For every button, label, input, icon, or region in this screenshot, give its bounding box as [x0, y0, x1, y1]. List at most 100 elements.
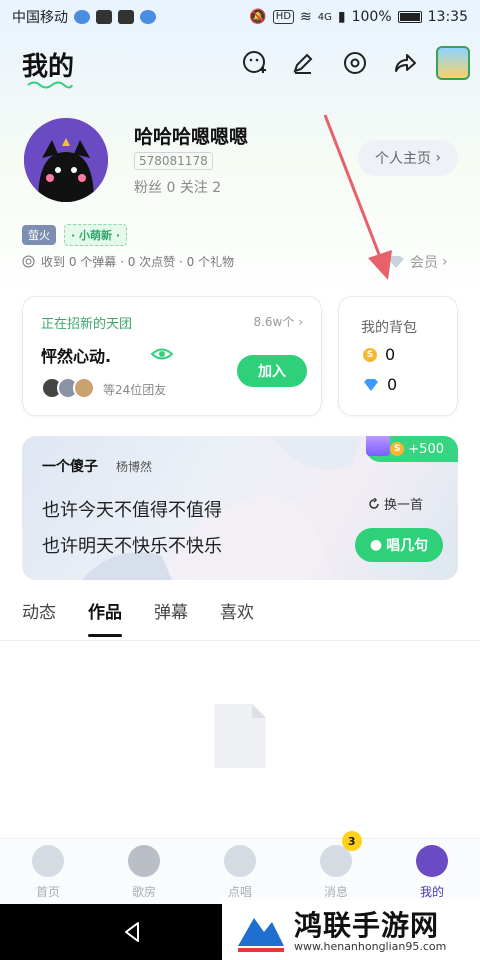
mute-icon: 🔕: [249, 9, 267, 25]
tab-dynamics[interactable]: 动态: [22, 598, 56, 623]
nav-song-room[interactable]: 歌房: [96, 839, 192, 904]
request-song-icon: [224, 845, 256, 877]
time-label: 13:35: [427, 9, 468, 25]
site-watermark: 鸿联手游网 www.henanhonglian95.com: [222, 900, 480, 960]
group-name: 怦然心动.: [41, 347, 112, 366]
battery-icon: [397, 11, 422, 23]
page-header: 我的: [0, 38, 480, 94]
change-song-button[interactable]: 换一首: [368, 494, 423, 513]
coin-icon: S: [363, 347, 377, 362]
username: 哈哈哈嗯嗯嗯: [134, 126, 249, 148]
tag-newbie[interactable]: · 小萌新 ·: [64, 224, 128, 246]
diamond-count: 0: [387, 375, 398, 394]
fans-following: 粉丝 0 关注 2: [134, 177, 221, 197]
user-tags: 萤火 · 小萌新 ·: [22, 224, 128, 246]
status-bar: 中国移动 🔕 HD ≋ 4G ▮ 100% 13:35: [0, 0, 480, 34]
tab-divider: [0, 640, 480, 641]
group-count[interactable]: 8.6w个 ›: [253, 313, 303, 330]
chat-bubble-icon: ●: [369, 537, 383, 553]
home-icon: [32, 845, 64, 877]
nav-home[interactable]: 首页: [0, 839, 96, 904]
nav-request[interactable]: 点唱: [192, 839, 288, 904]
chevron-right-icon: ›: [430, 150, 442, 166]
app-icon: [96, 10, 112, 24]
tab-likes[interactable]: 喜欢: [220, 598, 254, 623]
watermark-url: www.henanhonglian95.com: [294, 940, 447, 953]
carrier-label: 中国移动: [12, 10, 68, 26]
group-eye-icon: [151, 348, 173, 360]
settings-icon[interactable]: [340, 48, 370, 78]
nav-home-label: 首页: [35, 885, 60, 899]
song-singer: 杨博然: [116, 460, 153, 474]
messages-badge: 3: [341, 831, 362, 851]
reward-amount: +500: [408, 441, 444, 457]
received-text: 收到 0 个弹幕 · 0 次点赞 · 0 个礼物: [41, 255, 235, 269]
vip-label: 会员: [410, 255, 438, 271]
group-recruit-label: 正在招新的天团: [41, 317, 133, 332]
face-add-icon[interactable]: [240, 48, 270, 78]
lyric-line-1: 也许今天不值得不值得: [42, 500, 222, 521]
coin-count: 0: [385, 345, 396, 364]
diamond-icon: [364, 378, 378, 391]
nav-mine[interactable]: 我的: [384, 839, 480, 904]
nav-mine-label: 我的: [419, 885, 444, 899]
network-label: 4G: [317, 11, 332, 23]
treasure-icon[interactable]: [436, 46, 470, 80]
signal-icon: ▮: [337, 9, 346, 25]
song-card[interactable]: 一个傻子 杨博然 也许今天不值得不值得 也许明天不快乐不快乐 S +500 换一…: [22, 436, 458, 580]
vip-link[interactable]: 会员 ›: [386, 252, 448, 272]
notification-icon: [140, 10, 156, 24]
group-member-avatars: [41, 377, 95, 399]
share-icon[interactable]: [390, 48, 420, 78]
sing-button-label: 唱几句: [386, 538, 429, 554]
gift-icon: [366, 436, 390, 456]
group-card[interactable]: 正在招新的天团 8.6w个 › 怦然心动. 等24位团友 加入: [22, 296, 322, 416]
diamond-row: 0: [363, 375, 397, 394]
refresh-icon: [369, 497, 379, 509]
back-icon[interactable]: [120, 920, 144, 944]
watermark-title: 鸿联手游网: [294, 909, 440, 942]
avatar[interactable]: [24, 118, 108, 202]
nav-request-label: 点唱: [227, 885, 252, 899]
chevron-right-icon: ›: [442, 254, 448, 270]
tag-firefly[interactable]: 萤火: [22, 225, 56, 245]
change-song-label: 换一首: [384, 498, 424, 513]
member-avatar: [73, 377, 95, 399]
pen-icon[interactable]: [288, 48, 318, 78]
homepage-button[interactable]: 个人主页 ›: [358, 140, 458, 176]
empty-document-icon: [214, 704, 266, 768]
sing-button[interactable]: ● 唱几句: [355, 528, 443, 562]
mine-icon: [416, 845, 448, 877]
homepage-button-label: 个人主页: [374, 151, 431, 167]
target-icon: [22, 255, 35, 268]
profile-tabs: 动态 作品 弹幕 喜欢: [22, 598, 254, 637]
wifi-icon: ≋: [300, 9, 312, 25]
coin-icon: S: [390, 442, 405, 456]
nav-song-room-label: 歌房: [131, 885, 156, 899]
tab-works[interactable]: 作品: [88, 598, 122, 637]
fans-count[interactable]: 粉丝 0: [134, 180, 175, 196]
page-title: 我的: [22, 52, 75, 82]
watermark-logo-icon: [238, 918, 284, 952]
join-button[interactable]: 加入: [237, 355, 307, 387]
wechat-icon: [74, 10, 90, 24]
bottom-navigation: 首页 歌房 点唱 3 消息 我的: [0, 831, 480, 904]
message-icon: [118, 10, 134, 24]
song-room-icon: [128, 845, 160, 877]
nav-messages-label: 消息: [323, 885, 348, 899]
group-members-text: 等24位团友: [103, 383, 167, 397]
user-id: 578081178: [134, 152, 213, 170]
battery-label: 100%: [351, 9, 392, 25]
vip-diamond-icon: [388, 256, 404, 268]
following-count[interactable]: 关注 2: [180, 180, 221, 196]
nav-messages[interactable]: 3 消息: [288, 831, 384, 904]
received-summary: 收到 0 个弹幕 · 0 次点赞 · 0 个礼物: [22, 253, 234, 270]
hd-icon: HD: [272, 10, 295, 24]
tab-danmaku[interactable]: 弹幕: [154, 598, 188, 623]
backpack-card[interactable]: 我的背包 S 0 0: [338, 296, 458, 416]
coin-row: S 0: [363, 345, 395, 364]
song-title: 一个傻子: [42, 459, 98, 475]
backpack-title: 我的背包: [361, 320, 417, 336]
title-wave-decoration: [27, 81, 73, 89]
lyric-line-2: 也许明天不快乐不快乐: [42, 536, 222, 557]
